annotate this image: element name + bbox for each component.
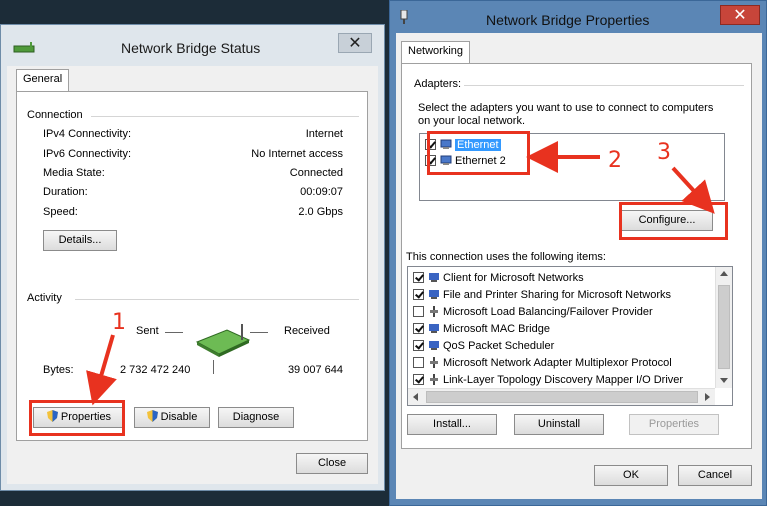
arrow-1 — [86, 334, 117, 406]
annotation-arrows — [86, 141, 715, 406]
arrow-3 — [671, 166, 715, 214]
